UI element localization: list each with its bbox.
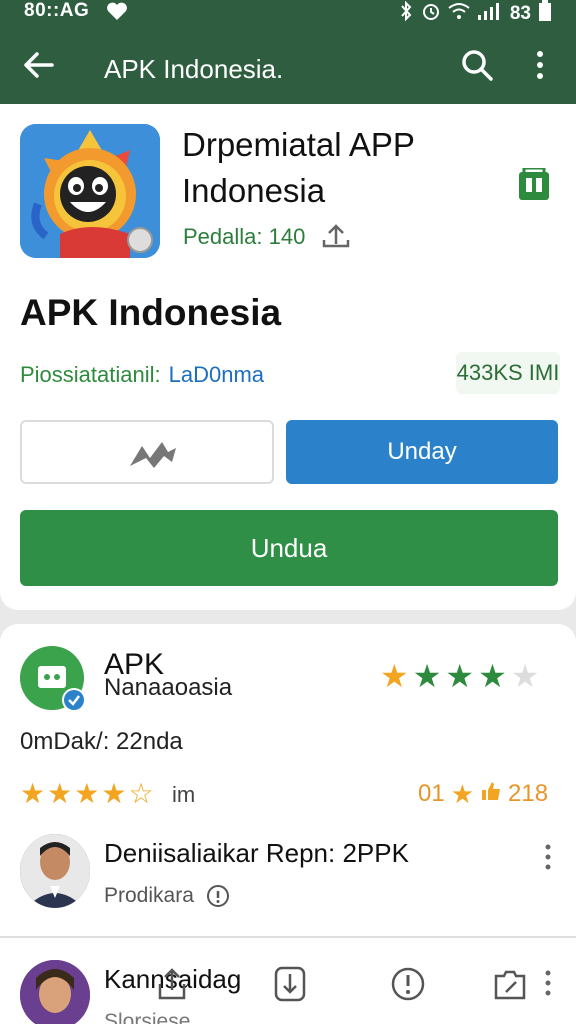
star-icon: ★ xyxy=(450,779,475,809)
search-icon[interactable] xyxy=(460,48,494,82)
star-icon: ★ xyxy=(74,778,100,809)
star-icon: ★ xyxy=(101,778,127,809)
heart-icon xyxy=(106,1,128,27)
app-bar: APK Indonesia. xyxy=(0,30,576,100)
network-label: 83 xyxy=(509,3,531,24)
top-band: 80::AG 83 APK Indonesia. xyxy=(0,0,576,104)
status-bar: 80::AG 83 xyxy=(0,0,576,26)
info-icon[interactable] xyxy=(206,884,230,908)
unday-button[interactable]: Unday xyxy=(286,420,558,484)
star-icon: ★ xyxy=(510,658,540,694)
review-count-right: 218 xyxy=(508,780,549,807)
app-bar-title: APK Indonesia. xyxy=(104,54,284,84)
rating-stars-top: ★ ★ ★ ★ ★ xyxy=(380,660,539,692)
half-star-icon: ☆ xyxy=(128,778,154,809)
edit-icon[interactable] xyxy=(492,964,528,1004)
app-icon xyxy=(20,124,160,258)
review-subtitle: Slorsiese xyxy=(104,1010,191,1024)
more-vert-icon[interactable] xyxy=(540,842,556,872)
share-icon[interactable] xyxy=(154,964,190,1004)
app-details-card: Drpemiatal APP Indonesia Pedalla: 140 AP… xyxy=(0,104,576,610)
thumbs-icon xyxy=(480,780,502,809)
app-name: Drpemiatal APP Indonesia xyxy=(182,126,415,209)
download-button[interactable]: Undua xyxy=(20,510,558,586)
star-icon: ★ xyxy=(445,658,475,694)
alarm-icon xyxy=(421,1,441,27)
verified-icon xyxy=(62,688,86,712)
star-icon: ★ xyxy=(47,778,73,809)
star-icon: ★ xyxy=(478,658,507,694)
more-vert-icon[interactable] xyxy=(540,968,556,998)
back-arrow-icon[interactable] xyxy=(22,48,56,82)
developer-card: APK Nanaaoasia ★ ★ ★ ★ ★ 0mDak/: 22nda ★… xyxy=(0,624,576,1024)
report-icon[interactable] xyxy=(390,964,426,1004)
trend-icon xyxy=(130,442,176,468)
review-title: Deniisaliaikar Repn: 2PPK xyxy=(104,838,409,868)
review-count-left: 01 xyxy=(418,780,445,807)
upload-icon[interactable] xyxy=(320,222,352,250)
bluetooth-icon xyxy=(398,0,414,27)
divider xyxy=(0,936,576,938)
info-line: Piossiatatianil: LaD0nma xyxy=(20,362,264,388)
rating-label: im xyxy=(172,782,196,807)
status-time: 80::AG xyxy=(24,0,90,21)
download-icon[interactable] xyxy=(272,964,308,1004)
developer-meta: 0mDak/: 22nda xyxy=(20,728,183,755)
star-icon: ★ xyxy=(412,658,442,694)
wishlist-icon[interactable] xyxy=(516,166,552,204)
rating-stars: ★ ★ ★ ★ ☆ xyxy=(20,778,154,810)
star-icon: ★ xyxy=(20,778,46,809)
info-value[interactable]: LaD0nma xyxy=(169,362,264,387)
section-title: APK Indonesia xyxy=(20,292,282,333)
status-icons: 83 xyxy=(398,0,552,28)
reviewer-avatar xyxy=(20,960,90,1024)
signal-icon xyxy=(477,1,503,27)
size-badge: 433KS IMI xyxy=(456,352,560,394)
battery-icon xyxy=(538,0,552,28)
reviewer-avatar xyxy=(20,834,90,908)
developer-subname: Nanaaoasia xyxy=(104,674,233,701)
trend-button[interactable] xyxy=(20,420,274,484)
wifi-icon xyxy=(448,2,470,26)
publisher-label[interactable]: Pedalla: 140 xyxy=(183,224,305,250)
star-icon: ★ xyxy=(380,658,409,694)
more-vert-icon[interactable] xyxy=(528,48,552,82)
review-subtitle: Prodikara xyxy=(104,884,194,907)
review-count: 01 ★ 218 xyxy=(418,778,548,810)
info-label: Piossiatatianil: xyxy=(20,362,161,387)
